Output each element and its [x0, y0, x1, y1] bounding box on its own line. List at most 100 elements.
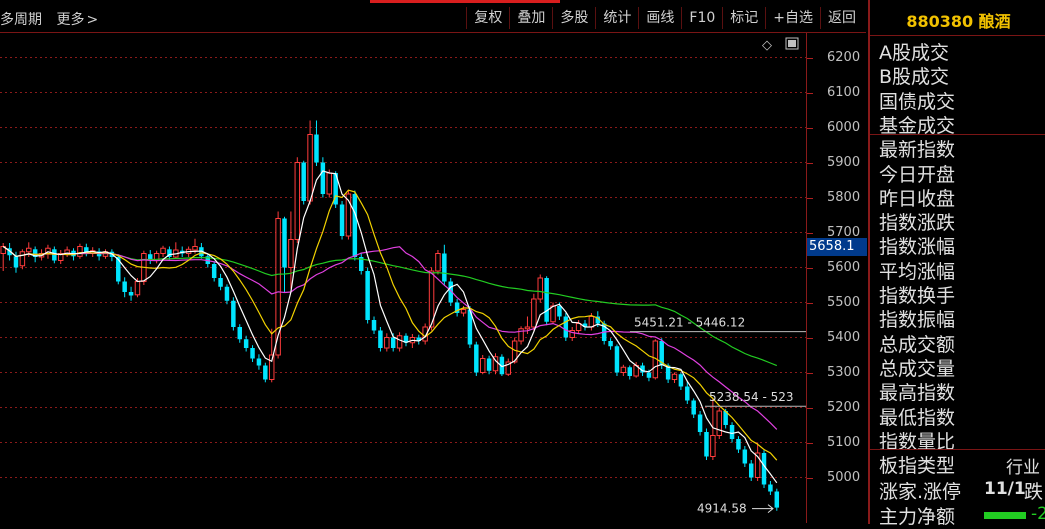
toolbar-button[interactable]: 叠加: [509, 7, 552, 29]
price-tick-label: 5500: [827, 294, 861, 310]
price-tick-mark: [807, 162, 813, 164]
price-tick-mark: [807, 232, 813, 234]
candle-body: [263, 365, 268, 380]
more-button[interactable]: 更多 >: [56, 12, 108, 28]
candle-body: [608, 341, 613, 347]
candle-body: [326, 172, 333, 195]
quote-row-label: 最高指数: [879, 382, 956, 405]
index-title: 880380 酿酒: [906, 12, 1011, 31]
candle-body: [685, 386, 690, 401]
board-type-label: 板指类型: [879, 455, 956, 477]
price-tick-label: 5700: [827, 224, 861, 240]
candle-body: [26, 247, 32, 253]
candle-body: [352, 194, 358, 257]
candle-body: [19, 251, 26, 267]
candle-body: [243, 339, 249, 348]
panel-divider-top: [870, 35, 1045, 36]
quote-row-label: 国债成交: [879, 90, 956, 113]
candle-body: [537, 277, 543, 300]
candle-body: [704, 432, 709, 457]
quote-row-label: 最新指数: [879, 139, 956, 162]
candle-body: [716, 410, 723, 436]
window-toggle-icon-fill: [788, 40, 796, 47]
flow-value: -2: [1031, 504, 1045, 524]
quote-row-label: 指数涨跌: [879, 212, 956, 235]
price-tick-label: 5400: [827, 329, 861, 345]
candle-body: [742, 449, 748, 464]
toolbar-button[interactable]: 标记: [722, 7, 765, 29]
candle-body: [390, 337, 396, 348]
candle-body: [77, 246, 83, 257]
multi-period-button[interactable]: 多周期: [0, 12, 42, 28]
chart-toolbar: 多周期 更多 > 复权 叠加 多股 统计 画线 F10 标记 +自选 返回: [0, 4, 866, 33]
diamond-icon[interactable]: ◇: [762, 38, 772, 53]
toolbar-button[interactable]: F10: [681, 7, 722, 29]
candle-body: [396, 335, 403, 349]
candle-body: [524, 326, 531, 330]
candle-body: [231, 300, 236, 327]
price-tick-label: 5800: [827, 189, 861, 205]
candle-body: [282, 218, 287, 268]
candle-body: [13, 256, 19, 268]
candle-body: [620, 366, 627, 373]
candle-body: [294, 162, 301, 240]
candle-body: [371, 320, 377, 331]
candle-body: [678, 374, 684, 387]
quote-row-label: 指数涨幅: [879, 236, 956, 259]
candle-body: [256, 358, 262, 366]
candle-body: [52, 249, 57, 261]
panel-divider-mid: [870, 449, 1045, 450]
candle-body: [160, 247, 166, 254]
toolbar-button[interactable]: 返回: [820, 7, 863, 29]
candle-body: [301, 162, 306, 201]
price-tick-mark: [807, 267, 813, 269]
price-tick-label: 5100: [827, 434, 861, 450]
toolbar-button[interactable]: +自选: [765, 7, 820, 29]
price-tick-mark: [807, 372, 813, 374]
price-tick-label: 6100: [827, 84, 861, 100]
price-tick-mark: [807, 407, 813, 409]
toolbar-button[interactable]: 复权: [466, 7, 509, 29]
candle-body: [314, 134, 319, 163]
price-tick-label: 5200: [827, 399, 861, 415]
quote-row-label: B股成交: [879, 66, 950, 89]
candle-body: [627, 367, 632, 376]
quote-row-label: 总成交额: [879, 333, 956, 356]
candle-body: [365, 271, 370, 320]
board-type-value: 行业: [1006, 458, 1040, 478]
candle-body: [748, 463, 754, 478]
candle-body: [646, 372, 652, 378]
candle-body: [218, 278, 223, 287]
arrow-right-icon: [752, 504, 774, 513]
candle-body: [671, 373, 678, 380]
kline-chart[interactable]: 5451.21 - 5446.12 5238.54 - 523 4914.58 ◇: [0, 33, 806, 523]
candle-body: [122, 281, 127, 292]
candle-body: [736, 439, 741, 450]
price-axis: 5658.1 6200 6100 6000 5900 5800 5700 5600 5500 5…: [806, 33, 867, 523]
candle-body: [378, 330, 383, 348]
candle-body: [774, 491, 780, 508]
candle-body: [442, 253, 447, 282]
chart-corner-controls: ◇: [762, 37, 799, 53]
flow-bar: [984, 512, 1026, 519]
price-tick-label: 5600: [827, 259, 861, 275]
low-value-label: 4914.58: [697, 502, 747, 516]
advance-value: 11/1: [984, 479, 1026, 499]
quote-row-label: A股成交: [879, 42, 949, 64]
quote-row-label: 指数换手: [879, 285, 956, 307]
candle-body: [563, 316, 569, 338]
candle-body: [557, 306, 562, 317]
price-tick-label: 5000: [827, 469, 861, 485]
toolbar-button[interactable]: 多股: [552, 7, 595, 29]
candle-body: [614, 346, 620, 373]
candle-body: [435, 253, 441, 272]
candle-body: [211, 264, 217, 278]
toolbar-buttons: 复权 叠加 多股 统计 画线 F10 标记 +自选 返回: [466, 7, 863, 29]
quote-row-label: 最低指数: [879, 406, 956, 429]
candle-body: [288, 239, 294, 268]
toolbar-button[interactable]: 画线: [638, 7, 681, 29]
price-tick-label: 5300: [827, 364, 861, 380]
toolbar-button[interactable]: 统计: [595, 7, 638, 29]
chevron-right-icon: >: [86, 12, 99, 28]
candle-body: [128, 292, 134, 296]
